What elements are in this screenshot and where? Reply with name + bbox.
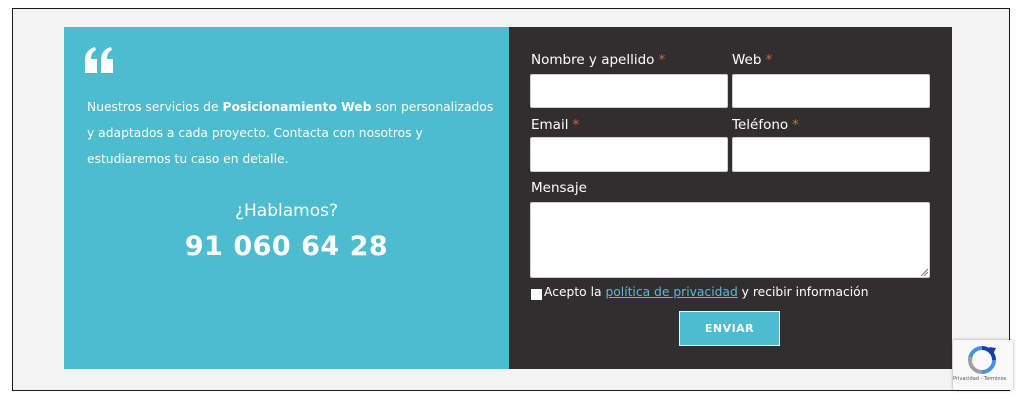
- name-label-text: Nombre y apellido: [531, 52, 655, 68]
- email-label-text: Email: [531, 117, 569, 133]
- name-field[interactable]: [530, 74, 728, 108]
- required-mark: *: [792, 117, 799, 133]
- quote-icon: [85, 47, 113, 73]
- privacy-policy-link[interactable]: política de privacidad: [605, 285, 737, 299]
- phone-field[interactable]: [732, 137, 930, 172]
- intro-text-start: Nuestros servicios de: [87, 100, 223, 114]
- recaptcha-badge[interactable]: Privacidad - Términos: [953, 340, 1013, 390]
- consent-text-end: y recibir información: [737, 285, 869, 299]
- contact-form: Nombre y apellido * Web * Email * Teléfono *…: [509, 27, 952, 369]
- consent-text-start: Acepto la: [544, 285, 606, 299]
- recaptcha-icon: [968, 346, 996, 374]
- recaptcha-terms[interactable]: Privacidad - Términos: [953, 376, 1006, 382]
- message-field[interactable]: [530, 202, 930, 278]
- submit-button[interactable]: ENVIAR: [679, 311, 780, 346]
- web-label-text: Web: [732, 52, 762, 68]
- info-panel: Nuestros servicios de Posicionamiento We…: [64, 27, 509, 369]
- web-label: Web *: [732, 52, 772, 68]
- required-mark: *: [765, 52, 773, 68]
- email-field[interactable]: [530, 137, 728, 172]
- consent-text: Acepto la política de privacidad y recib…: [544, 285, 869, 299]
- web-field[interactable]: [732, 74, 930, 108]
- intro-highlight: Posicionamiento Web: [222, 100, 372, 114]
- message-wrapper: [530, 202, 930, 278]
- cta-phone-number[interactable]: 91 060 64 28: [64, 231, 509, 262]
- intro-text: Nuestros servicios de Posicionamiento We…: [87, 94, 497, 172]
- phone-label: Teléfono *: [732, 117, 799, 133]
- consent-checkbox[interactable]: [531, 289, 542, 300]
- phone-label-text: Teléfono: [732, 117, 789, 133]
- resize-grip-icon[interactable]: [920, 268, 928, 276]
- name-label: Nombre y apellido *: [531, 52, 665, 68]
- message-label: Mensaje: [531, 180, 587, 196]
- required-mark: *: [658, 52, 666, 68]
- cta-question: ¿Hablamos?: [235, 201, 338, 221]
- required-mark: *: [572, 117, 580, 133]
- email-label: Email *: [531, 117, 579, 133]
